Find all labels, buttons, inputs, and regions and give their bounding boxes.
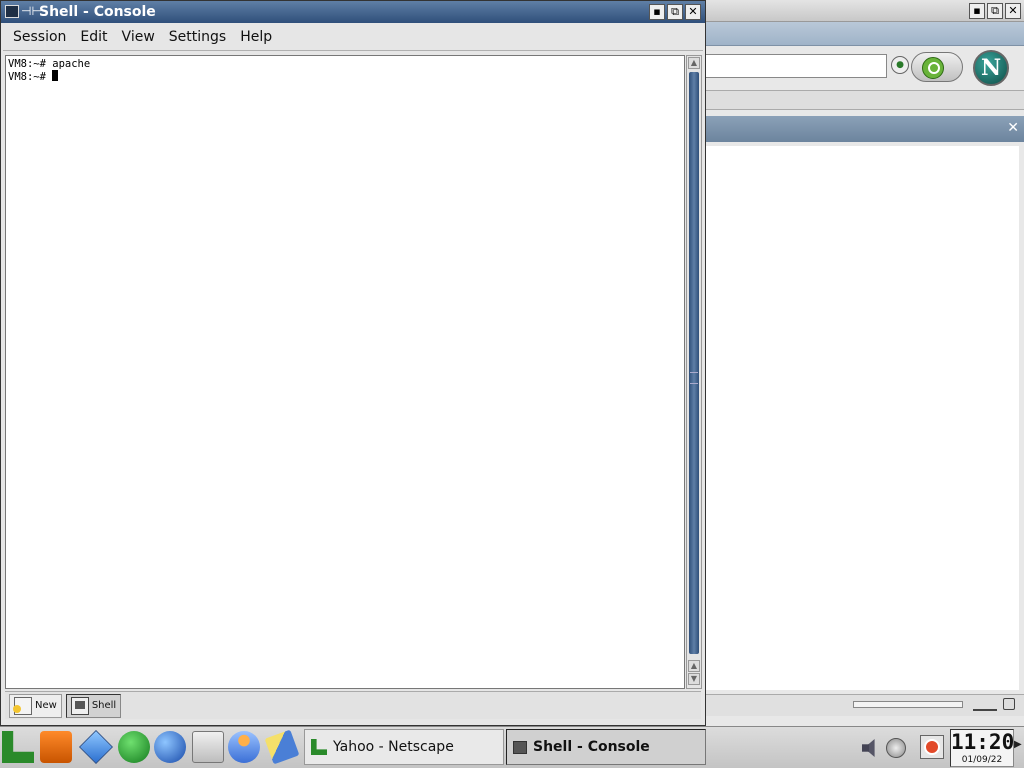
clock-date: 01/09/22 [961,755,1003,765]
maximize-button[interactable]: ⧉ [667,4,683,20]
life-vest-icon[interactable] [40,731,72,763]
menu-view[interactable]: View [122,29,155,45]
task-console[interactable]: Shell - Console [506,729,706,765]
online-plug-icon[interactable] [973,699,997,711]
menu-session[interactable]: Session [13,29,66,45]
search-icon [922,57,944,79]
new-session-label: New [35,700,57,711]
terminal-line: VM8:~# apache [8,58,91,70]
close-button[interactable]: ✕ [685,4,701,20]
netscape-toolbar [705,22,1024,46]
console-titlebar[interactable]: ⊣⊢ Shell - Console ▪ ⧉ ✕ [1,1,705,23]
console-task-icon [513,740,527,754]
clock-time: 11:20 [951,730,1015,754]
person-icon[interactable] [228,731,260,763]
new-session-icon [13,696,32,715]
netscape-logo[interactable]: N [973,50,1009,86]
text-cursor [52,70,59,81]
task-label: Shell - Console [533,739,650,755]
netscape-statusbar [705,694,1024,716]
shell-icon [70,696,89,715]
maximize-button[interactable]: ⧉ [987,3,1003,19]
lock-icon[interactable] [1003,698,1015,710]
window-title: Shell - Console [39,4,156,20]
scrollbar-thumb[interactable] [689,72,699,654]
url-input[interactable] [705,54,887,78]
terminal-prompt-line: VM8:~# [8,70,682,83]
netscape-task-icon [311,739,327,755]
desktop: ▪ ⧉ ✕ ● N ✕ ⊣⊢ Shell - Console ▪ ⧉ ✕ Ses… [0,0,1024,768]
url-bar: ● [705,50,963,84]
taskbar-scroll-right-icon[interactable]: ▶ [1014,739,1022,750]
task-netscape[interactable]: Yahoo - Netscape [304,729,504,765]
terminal-area[interactable]: VM8:~# apache VM8:~# [5,55,685,689]
menu-settings[interactable]: Settings [169,29,226,45]
drawer-icon[interactable] [192,731,224,763]
scrollbar-grip [690,372,698,384]
scroll-down-up-icon[interactable]: ▲ [688,660,700,672]
cube-icon[interactable] [79,730,113,764]
clock[interactable]: 11:20 01/09/22 [950,729,1014,767]
tab-shell-label: Shell [91,700,117,711]
task-list: Yahoo - Netscape Shell - Console [304,729,710,765]
pen-icon[interactable] [264,729,300,765]
scroll-down-icon[interactable]: ▼ [688,673,700,685]
globe-icon[interactable] [154,731,186,763]
window-menu-icon[interactable] [5,5,19,18]
vertical-scrollbar[interactable]: ▲ ▲ ▼ [686,55,702,689]
tab-shell[interactable]: Shell [65,693,122,718]
system-tray [852,731,912,765]
task-label: Yahoo - Netscape [333,739,454,755]
menu-help[interactable]: Help [240,29,272,45]
netscape-content [705,146,1019,690]
netscape-window[interactable]: ▪ ⧉ ✕ ● N ✕ [704,0,1024,726]
sidebar-close-icon[interactable]: ✕ [1007,120,1019,136]
kmenu-icon[interactable] [2,731,34,763]
minimize-button[interactable]: ▪ [649,4,665,20]
menu-edit[interactable]: Edit [80,29,107,45]
taskbar: Yahoo - Netscape Shell - Console 11:20 0… [0,726,1024,768]
new-session-button[interactable]: New [9,693,62,718]
go-icon[interactable]: ● [891,56,909,74]
close-button[interactable]: ✕ [1005,3,1021,19]
clipboard-icon[interactable] [886,738,906,758]
session-tab-bar: New Shell [5,691,701,719]
runner-icon[interactable] [118,731,150,763]
netscape-tab-strip [705,90,1024,110]
scroll-up-icon[interactable]: ▲ [688,57,700,69]
search-button[interactable] [911,52,963,82]
speaker-icon[interactable] [862,739,875,757]
sidebar-header: ✕ [705,116,1024,142]
progress-bar [853,701,963,708]
logout-button[interactable] [920,735,944,759]
prompt-text: VM8:~# [8,71,53,83]
console-window[interactable]: ⊣⊢ Shell - Console ▪ ⧉ ✕ Session Edit Vi… [0,0,706,726]
menu-bar: Session Edit View Settings Help [3,23,703,51]
netscape-titlebar[interactable]: ▪ ⧉ ✕ [705,0,1024,22]
minimize-button[interactable]: ▪ [969,3,985,19]
